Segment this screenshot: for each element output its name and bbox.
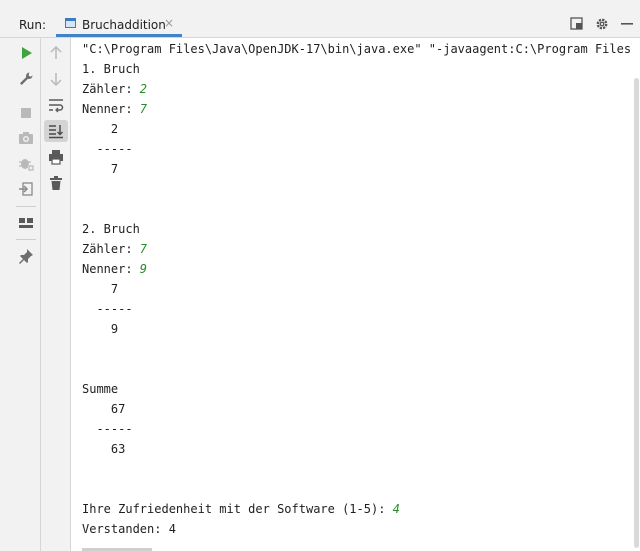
- scrollbar-thumb[interactable]: [634, 78, 639, 548]
- user-input-value: 7: [139, 102, 148, 116]
- console-line-text: 7: [82, 282, 119, 296]
- pin-icon[interactable]: [17, 247, 35, 265]
- tab-bruchaddition[interactable]: Bruchaddition ×: [56, 10, 182, 37]
- toolbar-separator: [16, 206, 36, 207]
- print-icon[interactable]: [47, 148, 65, 166]
- console-line-text: -----: [82, 422, 133, 436]
- run-toolbar-secondary: [41, 38, 71, 551]
- console-line: 67: [82, 399, 125, 419]
- console-line: -----: [82, 139, 133, 159]
- console-line: 7: [82, 159, 118, 179]
- soft-wrap-icon[interactable]: [47, 96, 65, 114]
- console-line: -----: [82, 299, 133, 319]
- scroll-to-end-icon[interactable]: [47, 122, 65, 140]
- layout-icon[interactable]: [17, 214, 35, 232]
- run-label: Run:: [19, 18, 47, 32]
- minimize-icon[interactable]: [621, 17, 633, 34]
- gear-icon[interactable]: [595, 17, 609, 35]
- stop-icon[interactable]: [17, 104, 35, 122]
- run-toolbar-primary: [11, 38, 41, 551]
- console-line-text: -----: [82, 302, 133, 316]
- user-input-value: 7: [139, 242, 148, 256]
- close-icon[interactable]: ×: [164, 16, 174, 30]
- console-line-text: 1. Bruch: [82, 62, 140, 76]
- user-input-value: 2: [139, 82, 148, 96]
- user-input-value: 9: [139, 262, 148, 276]
- console-line: Zähler: 7: [82, 239, 147, 259]
- console-line-text: Summe: [82, 382, 119, 396]
- console-line: Verstanden: 4: [82, 519, 176, 539]
- console-line-text: 9: [82, 322, 119, 336]
- console-line-text: Verstanden: 4: [82, 522, 176, 536]
- console-line: Zähler: 2: [82, 79, 147, 99]
- arrow-up-icon[interactable]: [47, 44, 65, 62]
- command-line-text: "C:\Program Files\Java\OpenJDK-17\bin\ja…: [82, 42, 632, 56]
- vertical-scrollbar[interactable]: [632, 38, 640, 551]
- tab-active-indicator: [56, 34, 182, 37]
- left-edge-strip: [0, 38, 11, 551]
- console-output[interactable]: "C:\Program Files\Java\OpenJDK-17\bin\ja…: [72, 38, 632, 551]
- console-line-text: Zähler:: [82, 82, 140, 96]
- console-line-text: 2: [82, 122, 119, 136]
- console-line-text: Nenner:: [82, 102, 140, 116]
- camera-icon[interactable]: [17, 129, 35, 147]
- trash-icon[interactable]: [47, 174, 65, 192]
- exit-icon[interactable]: [17, 180, 35, 198]
- console-line-text: 63: [82, 442, 126, 456]
- console-line-text: 7: [82, 162, 119, 176]
- console-line: Nenner: 9: [82, 259, 147, 279]
- console-line-text: Nenner:: [82, 262, 140, 276]
- console-line: Ihre Zufriedenheit mit der Software (1-5…: [82, 499, 400, 519]
- console-line: 63: [82, 439, 125, 459]
- console-line-text: 2. Bruch: [82, 222, 140, 236]
- arrow-down-icon[interactable]: [47, 70, 65, 88]
- wrench-icon[interactable]: [17, 70, 35, 88]
- bug-icon[interactable]: [17, 154, 35, 172]
- top-strip: [0, 0, 640, 10]
- console-line-text: Zähler:: [82, 242, 140, 256]
- console-line-text: -----: [82, 142, 133, 156]
- console-line: 2: [82, 119, 118, 139]
- console-line: 7: [82, 279, 118, 299]
- play-icon[interactable]: [17, 44, 35, 62]
- console-line: Nenner: 7: [82, 99, 147, 119]
- run-tool-window-header: Run: Bruchaddition ×: [0, 10, 640, 38]
- console-line: 2. Bruch: [82, 219, 140, 239]
- restore-layout-icon[interactable]: [570, 17, 583, 34]
- console-line: 1. Bruch: [82, 59, 140, 79]
- console-tab-icon: [65, 18, 76, 28]
- console-line-text: Ihre Zufriedenheit mit der Software (1-5…: [82, 502, 393, 516]
- console-line: -----: [82, 419, 133, 439]
- console-line: 9: [82, 319, 118, 339]
- toolbar-separator: [16, 239, 36, 240]
- console-line-text: 67: [82, 402, 126, 416]
- console-line: Summe: [82, 379, 118, 399]
- tab-title: Bruchaddition: [82, 18, 166, 32]
- user-input-value: 4: [392, 502, 400, 516]
